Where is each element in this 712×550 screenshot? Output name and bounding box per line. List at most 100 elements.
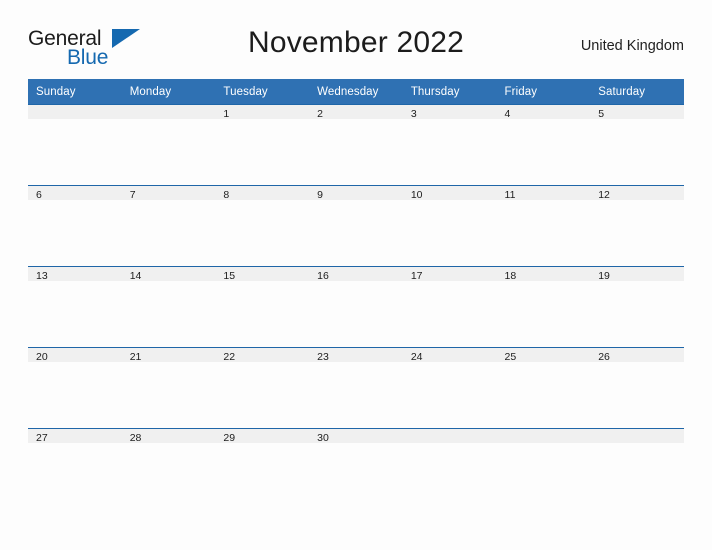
day-events-area[interactable] [309,443,403,506]
day-cell[interactable] [28,104,122,185]
day-cell[interactable]: 10 [402,185,497,266]
day-events-area[interactable] [121,443,216,506]
day-events-area[interactable] [215,443,310,506]
day-events-area[interactable] [402,362,497,425]
day-cell[interactable]: 26 [590,347,684,428]
day-events-area[interactable] [28,362,122,425]
day-cell[interactable] [590,428,684,509]
day-events-area[interactable] [590,119,684,182]
day-cell[interactable]: 19 [590,266,684,347]
day-cell[interactable]: 29 [215,428,310,509]
day-events-area[interactable] [121,200,216,263]
day-cell[interactable]: 6 [28,185,122,266]
day-events-area[interactable] [496,119,591,182]
day-number: 28 [121,428,216,444]
day-events-area[interactable] [496,443,591,506]
day-number: 29 [215,428,310,444]
weekday-header-thursday: Thursday [402,79,497,104]
day-number: 25 [496,347,591,363]
day-events-area[interactable] [590,200,684,263]
day-events-area[interactable] [402,119,497,182]
day-cell[interactable]: 23 [309,347,403,428]
day-cell[interactable]: 3 [402,104,497,185]
day-cell[interactable] [496,428,591,509]
day-events-area[interactable] [215,200,310,263]
day-events-area[interactable] [496,362,591,425]
day-number: 8 [215,185,310,201]
day-number: 5 [590,104,684,120]
day-number: 2 [309,104,403,120]
day-number: 27 [28,428,122,444]
day-number: 15 [215,266,310,282]
day-events-area[interactable] [402,200,497,263]
day-cell[interactable]: 27 [28,428,122,509]
day-events-area[interactable] [28,200,122,263]
day-events-area[interactable] [215,362,310,425]
day-number [121,104,216,119]
day-number: 6 [28,185,122,201]
day-cell[interactable]: 8 [215,185,310,266]
day-cell[interactable]: 2 [309,104,403,185]
page-header: General Blue November 2022 United Kingdo… [28,26,684,72]
day-events-area[interactable] [28,281,122,344]
day-number: 9 [309,185,403,201]
day-cell[interactable] [402,428,497,509]
day-number: 21 [121,347,216,363]
day-cell[interactable]: 7 [121,185,216,266]
day-events-area[interactable] [590,281,684,344]
day-cell[interactable]: 5 [590,104,684,185]
day-number: 3 [402,104,497,120]
day-cell[interactable]: 14 [121,266,216,347]
day-events-area[interactable] [590,362,684,425]
day-cell[interactable]: 11 [496,185,591,266]
day-events-area[interactable] [309,119,403,182]
day-events-area[interactable] [309,362,403,425]
day-events-area[interactable] [28,119,122,182]
day-number: 30 [309,428,403,444]
day-cell[interactable]: 22 [215,347,310,428]
day-cell[interactable]: 15 [215,266,310,347]
day-number: 1 [215,104,310,120]
day-events-area[interactable] [309,281,403,344]
day-events-area[interactable] [121,281,216,344]
day-cell[interactable]: 30 [309,428,403,509]
weekday-header-tuesday: Tuesday [215,79,310,104]
day-events-area[interactable] [215,281,310,344]
weekday-header-sunday: Sunday [28,79,122,104]
calendar-table: Sunday Monday Tuesday Wednesday Thursday… [28,79,684,509]
day-events-area[interactable] [121,362,216,425]
day-events-area[interactable] [590,443,684,506]
day-cell[interactable]: 20 [28,347,122,428]
day-number: 19 [590,266,684,282]
day-events-area[interactable] [402,281,497,344]
day-events-area[interactable] [496,200,591,263]
weekday-header-monday: Monday [121,79,216,104]
day-cell[interactable]: 1 [215,104,310,185]
day-cell[interactable]: 18 [496,266,591,347]
day-cell[interactable]: 4 [496,104,591,185]
day-cell[interactable]: 25 [496,347,591,428]
day-events-area[interactable] [121,119,216,182]
week-row: 13 14 15 16 17 18 19 [28,266,684,347]
day-number: 13 [28,266,122,282]
day-events-area[interactable] [28,443,122,506]
weekday-header-saturday: Saturday [590,79,684,104]
day-events-area[interactable] [496,281,591,344]
day-cell[interactable]: 9 [309,185,403,266]
day-events-area[interactable] [215,119,310,182]
day-number: 17 [402,266,497,282]
day-events-area[interactable] [402,443,497,506]
day-number [28,104,122,119]
day-number: 23 [309,347,403,363]
day-cell[interactable]: 16 [309,266,403,347]
day-cell[interactable]: 17 [402,266,497,347]
day-events-area[interactable] [309,200,403,263]
day-cell[interactable]: 28 [121,428,216,509]
day-cell[interactable]: 12 [590,185,684,266]
day-cell[interactable]: 13 [28,266,122,347]
day-cell[interactable]: 21 [121,347,216,428]
day-cell[interactable] [121,104,216,185]
day-number: 18 [496,266,591,282]
weekday-header-wednesday: Wednesday [309,79,403,104]
day-cell[interactable]: 24 [402,347,497,428]
